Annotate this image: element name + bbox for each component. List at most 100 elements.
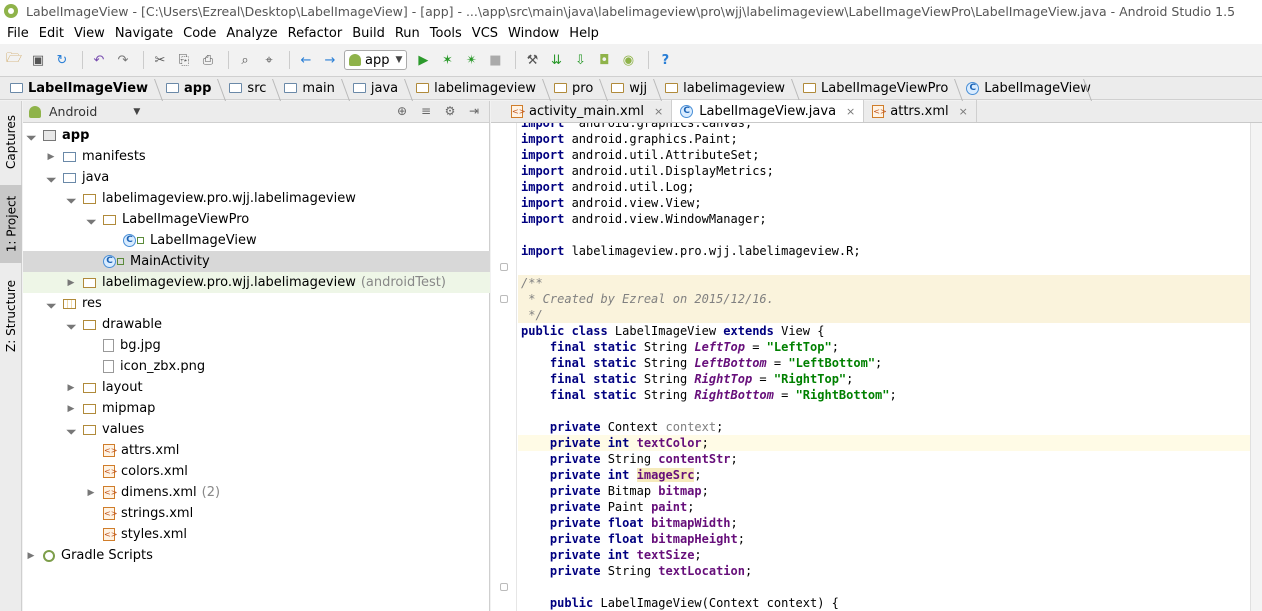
- project-tab[interactable]: 1: Project: [0, 185, 22, 263]
- code-area[interactable]: import android.graphics.Canvas; import an…: [518, 123, 1262, 611]
- hide-panel-icon[interactable]: ⇥: [465, 104, 483, 120]
- editor-tab[interactable]: C LabelImageView.java ×: [672, 100, 865, 122]
- scroll-from-source-icon[interactable]: ⊕: [393, 104, 411, 120]
- breadcrumb-item[interactable]: wjj: [607, 81, 661, 96]
- open-icon[interactable]: 🗁: [4, 50, 24, 70]
- menu-edit[interactable]: Edit: [34, 26, 69, 41]
- expanded-arrow-icon[interactable]: ◢: [63, 422, 79, 438]
- tree-item[interactable]: ◢ app: [23, 125, 490, 146]
- collapsed-arrow-icon[interactable]: ▶: [65, 404, 77, 414]
- tree-item[interactable]: ▶ manifests: [23, 146, 490, 167]
- save-icon[interactable]: ▣: [28, 50, 48, 70]
- collapsed-arrow-icon[interactable]: ▶: [65, 383, 77, 393]
- tree-item[interactable]: ◢ LabelImageViewPro: [23, 209, 490, 230]
- android-monitor-icon[interactable]: ◉: [618, 50, 638, 70]
- cut-icon[interactable]: ✂: [150, 50, 170, 70]
- menu-navigate[interactable]: Navigate: [110, 26, 178, 41]
- menu-run[interactable]: Run: [390, 26, 425, 41]
- breadcrumb-item[interactable]: C LabelImageView: [962, 81, 1091, 96]
- tree-item[interactable]: <> styles.xml: [23, 524, 490, 545]
- breadcrumb-item[interactable]: src: [225, 81, 280, 96]
- replace-icon[interactable]: ⌖: [259, 50, 279, 70]
- collapse-all-icon[interactable]: ≡: [417, 104, 435, 120]
- breadcrumb-item[interactable]: app: [162, 81, 225, 96]
- breadcrumb-item[interactable]: pro: [550, 81, 607, 96]
- menu-vcs[interactable]: VCS: [467, 26, 503, 41]
- structure-tab[interactable]: Z: Structure: [0, 271, 22, 361]
- tree-item[interactable]: <> colors.xml: [23, 461, 490, 482]
- debug-icon[interactable]: ✶: [437, 50, 457, 70]
- tree-item[interactable]: ▶ <> dimens.xml (2): [23, 482, 490, 503]
- menu-view[interactable]: View: [69, 26, 110, 41]
- sdk-manager-icon[interactable]: ⇩: [570, 50, 590, 70]
- tree-item[interactable]: ▶ Gradle Scripts: [23, 545, 490, 566]
- paste-icon[interactable]: ⎙: [198, 50, 218, 70]
- tree-item[interactable]: C LabelImageView: [23, 230, 490, 251]
- close-icon[interactable]: ×: [654, 105, 663, 118]
- breadcrumb-item[interactable]: main: [280, 81, 348, 96]
- tree-item[interactable]: ◢ values: [23, 419, 490, 440]
- fold-marker-icon[interactable]: [500, 295, 508, 303]
- tree-item[interactable]: <> attrs.xml: [23, 440, 490, 461]
- menu-tools[interactable]: Tools: [425, 26, 467, 41]
- tree-item[interactable]: ◢ java: [23, 167, 490, 188]
- redo-icon[interactable]: ↷: [113, 50, 133, 70]
- breadcrumb-item[interactable]: labelimageview: [412, 81, 550, 96]
- tree-item[interactable]: ◢ labelimageview.pro.wjj.labelimageview: [23, 188, 490, 209]
- run-configuration-select[interactable]: app ▼: [344, 50, 408, 70]
- expanded-arrow-icon[interactable]: ◢: [43, 296, 59, 312]
- menu-code[interactable]: Code: [178, 26, 221, 41]
- expanded-arrow-icon[interactable]: ◢: [63, 191, 79, 207]
- tree-item[interactable]: <> strings.xml: [23, 503, 490, 524]
- menu-refactor[interactable]: Refactor: [283, 26, 348, 41]
- tree-item[interactable]: ▶ layout: [23, 377, 490, 398]
- attach-debugger-icon[interactable]: ✴: [461, 50, 481, 70]
- help-icon[interactable]: ?: [655, 50, 675, 70]
- menu-help[interactable]: Help: [564, 26, 604, 41]
- collapsed-arrow-icon[interactable]: ▶: [85, 488, 97, 498]
- breadcrumb-item[interactable]: labelimageview: [661, 81, 799, 96]
- menu-analyze[interactable]: Analyze: [221, 26, 282, 41]
- project-structure-icon[interactable]: ⚒: [522, 50, 542, 70]
- tree-item[interactable]: bg.jpg: [23, 335, 490, 356]
- sync-gradle-icon[interactable]: ⇊: [546, 50, 566, 70]
- collapsed-arrow-icon[interactable]: ▶: [25, 551, 37, 561]
- breadcrumb-item[interactable]: java: [349, 81, 412, 96]
- fold-marker-icon[interactable]: [500, 583, 508, 591]
- forward-icon[interactable]: →: [320, 50, 340, 70]
- undo-icon[interactable]: ↶: [89, 50, 109, 70]
- tree-item[interactable]: ▶ mipmap: [23, 398, 490, 419]
- menu-build[interactable]: Build: [347, 26, 390, 41]
- breadcrumb-item[interactable]: LabelImageViewPro: [799, 81, 962, 96]
- avd-manager-icon[interactable]: ◘: [594, 50, 614, 70]
- tree-item[interactable]: icon_zbx.png: [23, 356, 490, 377]
- fold-marker-icon[interactable]: [500, 263, 508, 271]
- editor-scrollbar[interactable]: [1250, 123, 1262, 611]
- captures-tab[interactable]: Captures: [0, 103, 22, 181]
- collapsed-arrow-icon[interactable]: ▶: [65, 278, 77, 288]
- editor-tab[interactable]: <> attrs.xml ×: [864, 100, 977, 122]
- editor-tab[interactable]: <> activity_main.xml ×: [503, 100, 673, 122]
- find-icon[interactable]: ⌕: [235, 50, 255, 70]
- copy-icon[interactable]: ⎘: [174, 50, 194, 70]
- stop-icon[interactable]: ■: [485, 50, 505, 70]
- run-icon[interactable]: ▶: [413, 50, 433, 70]
- expanded-arrow-icon[interactable]: ◢: [43, 170, 59, 186]
- project-view-selector[interactable]: Android ▼: [29, 104, 140, 119]
- tree-item[interactable]: ◢ drawable: [23, 314, 490, 335]
- expanded-arrow-icon[interactable]: ◢: [83, 212, 99, 228]
- menu-file[interactable]: File: [2, 26, 34, 41]
- gear-icon[interactable]: ⚙: [441, 104, 459, 120]
- collapsed-arrow-icon[interactable]: ▶: [45, 152, 57, 162]
- close-icon[interactable]: ×: [846, 105, 855, 118]
- breadcrumb-item[interactable]: LabelImageView: [6, 81, 162, 96]
- expanded-arrow-icon[interactable]: ◢: [63, 317, 79, 333]
- tree-item[interactable]: ▶ labelimageview.pro.wjj.labelimageview (a…: [23, 272, 490, 293]
- expanded-arrow-icon[interactable]: ◢: [23, 128, 39, 144]
- menu-window[interactable]: Window: [503, 26, 564, 41]
- close-icon[interactable]: ×: [959, 105, 968, 118]
- tree-item[interactable]: C MainActivity: [23, 251, 490, 272]
- tree-item[interactable]: ◢ res: [23, 293, 490, 314]
- back-icon[interactable]: ←: [296, 50, 316, 70]
- sync-icon[interactable]: ↻: [52, 50, 72, 70]
